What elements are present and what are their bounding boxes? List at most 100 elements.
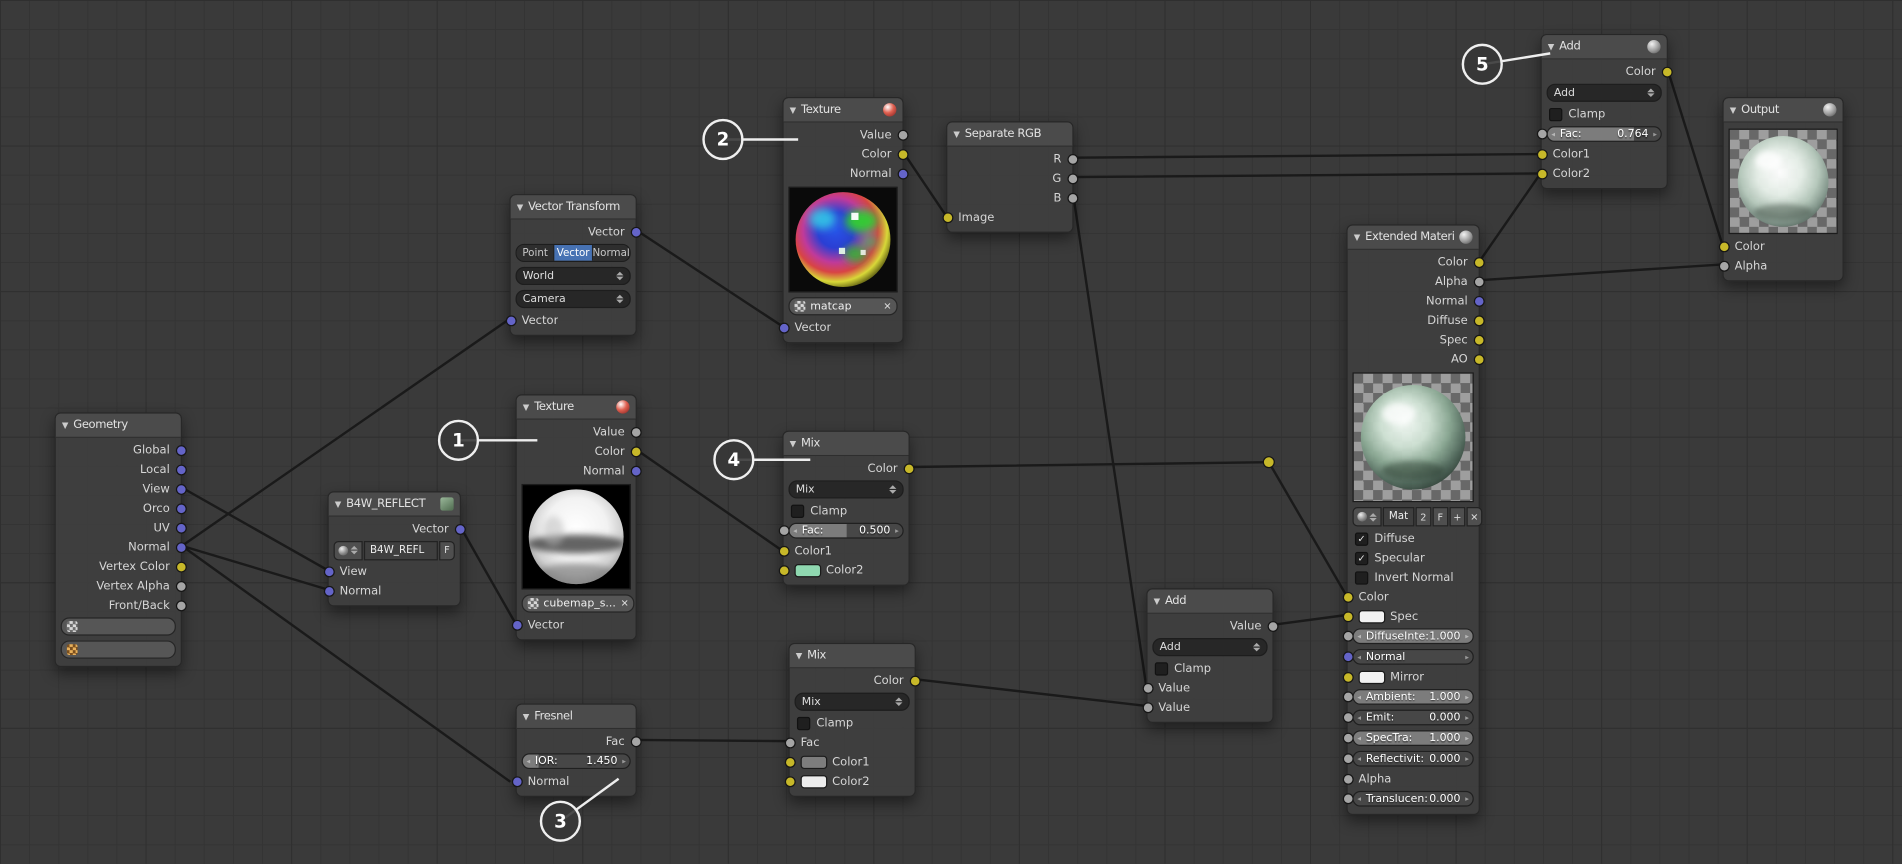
slider-left-arrow-icon[interactable]: ◂ (1357, 632, 1361, 640)
extended-material-spectra-slider[interactable]: ◂SpecTra:1.000▸ (1352, 730, 1473, 746)
node-texture-matcap[interactable]: ▼TextureValueColorNormalmatcap✕Vector (782, 97, 903, 343)
socket-output-alpha-in[interactable] (1718, 260, 1729, 271)
socket-fresnel-fac-out[interactable] (630, 736, 641, 747)
socket-output-color-in[interactable] (1718, 241, 1729, 252)
node-fresnel[interactable]: ▼FresnelFac◂IOR:1.450▸Normal (516, 704, 637, 797)
socket-mix-upper-fac-in[interactable] (778, 525, 789, 536)
socket-mix-lower-color1-in[interactable] (784, 756, 795, 767)
slider-right-arrow-icon[interactable]: ▸ (1465, 795, 1469, 803)
socket-extended-material-normal-in[interactable] (1342, 651, 1353, 662)
socket-add-color-color1-in[interactable] (1536, 149, 1547, 160)
extended-material-reflectivit-slider[interactable]: ◂Reflectivit:0.000▸ (1352, 751, 1473, 767)
socket-mix-lower-fac-in[interactable] (784, 737, 795, 748)
node-mix-lower[interactable]: ▼MixColorMixClampFacColor1Color2 (788, 643, 915, 797)
fresnel-header[interactable]: ▼Fresnel (517, 705, 636, 729)
collapse-icon[interactable]: ▼ (953, 129, 960, 139)
socket-separate-rgb-g-out[interactable] (1067, 173, 1078, 184)
socket-b4w-reflect-vector-out[interactable] (454, 523, 465, 534)
socket-add-color-fac-in[interactable] (1536, 129, 1547, 140)
extended-material-specular-checkbox[interactable]: ✓ (1355, 551, 1368, 564)
socket-b4w-reflect-normal-in[interactable] (323, 585, 334, 596)
socket-extended-material-diffuseinte-in[interactable] (1342, 631, 1353, 642)
socket-separate-rgb-image-in[interactable] (942, 212, 953, 223)
extended-material-emit-slider[interactable]: ◂Emit:0.000▸ (1352, 710, 1473, 726)
mix-upper-clamp-checkbox[interactable] (791, 504, 804, 517)
add-material-button[interactable]: + (1449, 507, 1465, 526)
socket-geometry-orco-out[interactable] (175, 503, 186, 514)
vector-transform-header[interactable]: ▼Vector Transform (511, 195, 636, 219)
socket-geometry-vertex-color-out[interactable] (175, 561, 186, 572)
collapse-icon[interactable]: ▼ (1548, 42, 1555, 52)
mix-lower-mix-menu[interactable]: Mix (795, 693, 910, 711)
collapse-icon[interactable]: ▼ (1730, 105, 1737, 115)
socket-extended-material-color-out[interactable] (1473, 257, 1484, 268)
socket-geometry-view-out[interactable] (175, 483, 186, 494)
b4w-reflect-header[interactable]: ▼B4W_REFLECT (329, 492, 460, 516)
collapse-icon[interactable]: ▼ (523, 711, 530, 721)
mix-lower-clamp-checkbox[interactable] (797, 716, 810, 729)
socket-extended-material-normal-out[interactable] (1473, 295, 1484, 306)
socket-b4w-reflect-view-in[interactable] (323, 566, 334, 577)
collapse-icon[interactable]: ▼ (790, 438, 797, 448)
node-add-color[interactable]: ▼AddColorAddClamp◂Fac:0.764▸Color1Color2 (1541, 34, 1668, 189)
slider-right-arrow-icon[interactable]: ▸ (895, 526, 899, 534)
extended-material-material-name-field[interactable]: Mat (1383, 507, 1414, 526)
socket-mix-lower-color2-in[interactable] (784, 776, 795, 787)
add-math-header[interactable]: ▼Add (1147, 590, 1272, 614)
collapse-icon[interactable]: ▼ (1154, 596, 1161, 606)
node-texture-cubemap[interactable]: ▼TextureValueColorNormalcubemap_s...✕Vec… (516, 394, 637, 640)
slider-left-arrow-icon[interactable]: ◂ (1357, 795, 1361, 803)
texture-cubemap-header[interactable]: ▼Texture (517, 395, 636, 419)
node-mix-upper[interactable]: ▼MixColorMixClamp◂Fac:0.500▸Color1Color2 (782, 431, 909, 586)
socket-extended-material-color-in[interactable] (1342, 591, 1353, 602)
socket-separate-rgb-b-out[interactable] (1067, 192, 1078, 203)
slider-right-arrow-icon[interactable]: ▸ (1653, 130, 1657, 138)
socket-texture-cubemap-vector-in[interactable] (511, 619, 522, 630)
node-separate-rgb[interactable]: ▼Separate RGBRGBImage (946, 121, 1073, 233)
extended-material-mirror-color-swatch[interactable] (1359, 670, 1386, 683)
mix-upper-color2-color-swatch[interactable] (795, 563, 822, 576)
socket-extended-material-diffuse-out[interactable] (1473, 315, 1484, 326)
b4w-reflect-group-name-field[interactable]: B4W_REFL (364, 540, 438, 559)
node-extended-material[interactable]: ▼Extended MaterialColorAlphaNormalDiffus… (1346, 224, 1479, 815)
slider-right-arrow-icon[interactable]: ▸ (1465, 734, 1469, 742)
unlink-material-button[interactable]: ✕ (1466, 507, 1482, 526)
fake-user-button[interactable]: F (1432, 507, 1448, 526)
vector-transform-mode-vector-button[interactable]: Vector (555, 245, 593, 261)
mix-lower-color1-color-swatch[interactable] (801, 755, 828, 768)
fake-user-button[interactable]: F (439, 540, 455, 559)
socket-extended-material-spectra-in[interactable] (1342, 733, 1353, 744)
slider-right-arrow-icon[interactable]: ▸ (1465, 653, 1469, 661)
socket-geometry-vertex-alpha-out[interactable] (175, 580, 186, 591)
browse-icon[interactable] (1352, 507, 1381, 526)
add-color-add-menu[interactable]: Add (1547, 84, 1662, 102)
output-header[interactable]: ▼Output (1724, 98, 1843, 122)
mix-lower-color2-color-swatch[interactable] (801, 775, 828, 788)
socket-fresnel-normal-in[interactable] (511, 776, 522, 787)
socket-mix-lower-color-out[interactable] (909, 675, 920, 686)
add-color-clamp-checkbox[interactable] (1549, 107, 1562, 120)
collapse-icon[interactable]: ▼ (517, 202, 524, 212)
texture-matcap-name-field[interactable]: matcap✕ (788, 297, 897, 315)
collapse-icon[interactable]: ▼ (62, 420, 69, 430)
geometry-name-field[interactable] (61, 617, 176, 635)
socket-add-color-color2-in[interactable] (1536, 168, 1547, 179)
mix-lower-header[interactable]: ▼Mix (790, 644, 915, 668)
node-editor-canvas[interactable]: ▼GeometryGlobalLocalViewOrcoUVNormalVert… (0, 0, 1902, 864)
vector-transform-mode-point-button[interactable]: Point (517, 245, 555, 261)
users-count-button[interactable]: 2 (1415, 507, 1431, 526)
collapse-icon[interactable]: ▼ (790, 105, 797, 115)
socket-extended-material-ao-out[interactable] (1473, 354, 1484, 365)
collapse-icon[interactable]: ▼ (1354, 232, 1361, 242)
socket-extended-material-mirror-in[interactable] (1342, 671, 1353, 682)
mix-upper-fac-slider[interactable]: ◂Fac:0.500▸ (788, 523, 903, 539)
socket-texture-matcap-value-out[interactable] (897, 129, 908, 140)
extended-material-normal-slider[interactable]: ◂Normal▸ (1352, 649, 1473, 665)
socket-texture-cubemap-color-out[interactable] (630, 446, 641, 457)
socket-geometry-normal-out[interactable] (175, 542, 186, 553)
socket-extended-material-alpha-in[interactable] (1342, 773, 1353, 784)
extended-material-spec-color-swatch[interactable] (1359, 610, 1386, 623)
collapse-icon[interactable]: ▼ (335, 499, 342, 509)
add-math-clamp-checkbox[interactable] (1155, 662, 1168, 675)
slider-right-arrow-icon[interactable]: ▸ (1465, 754, 1469, 762)
